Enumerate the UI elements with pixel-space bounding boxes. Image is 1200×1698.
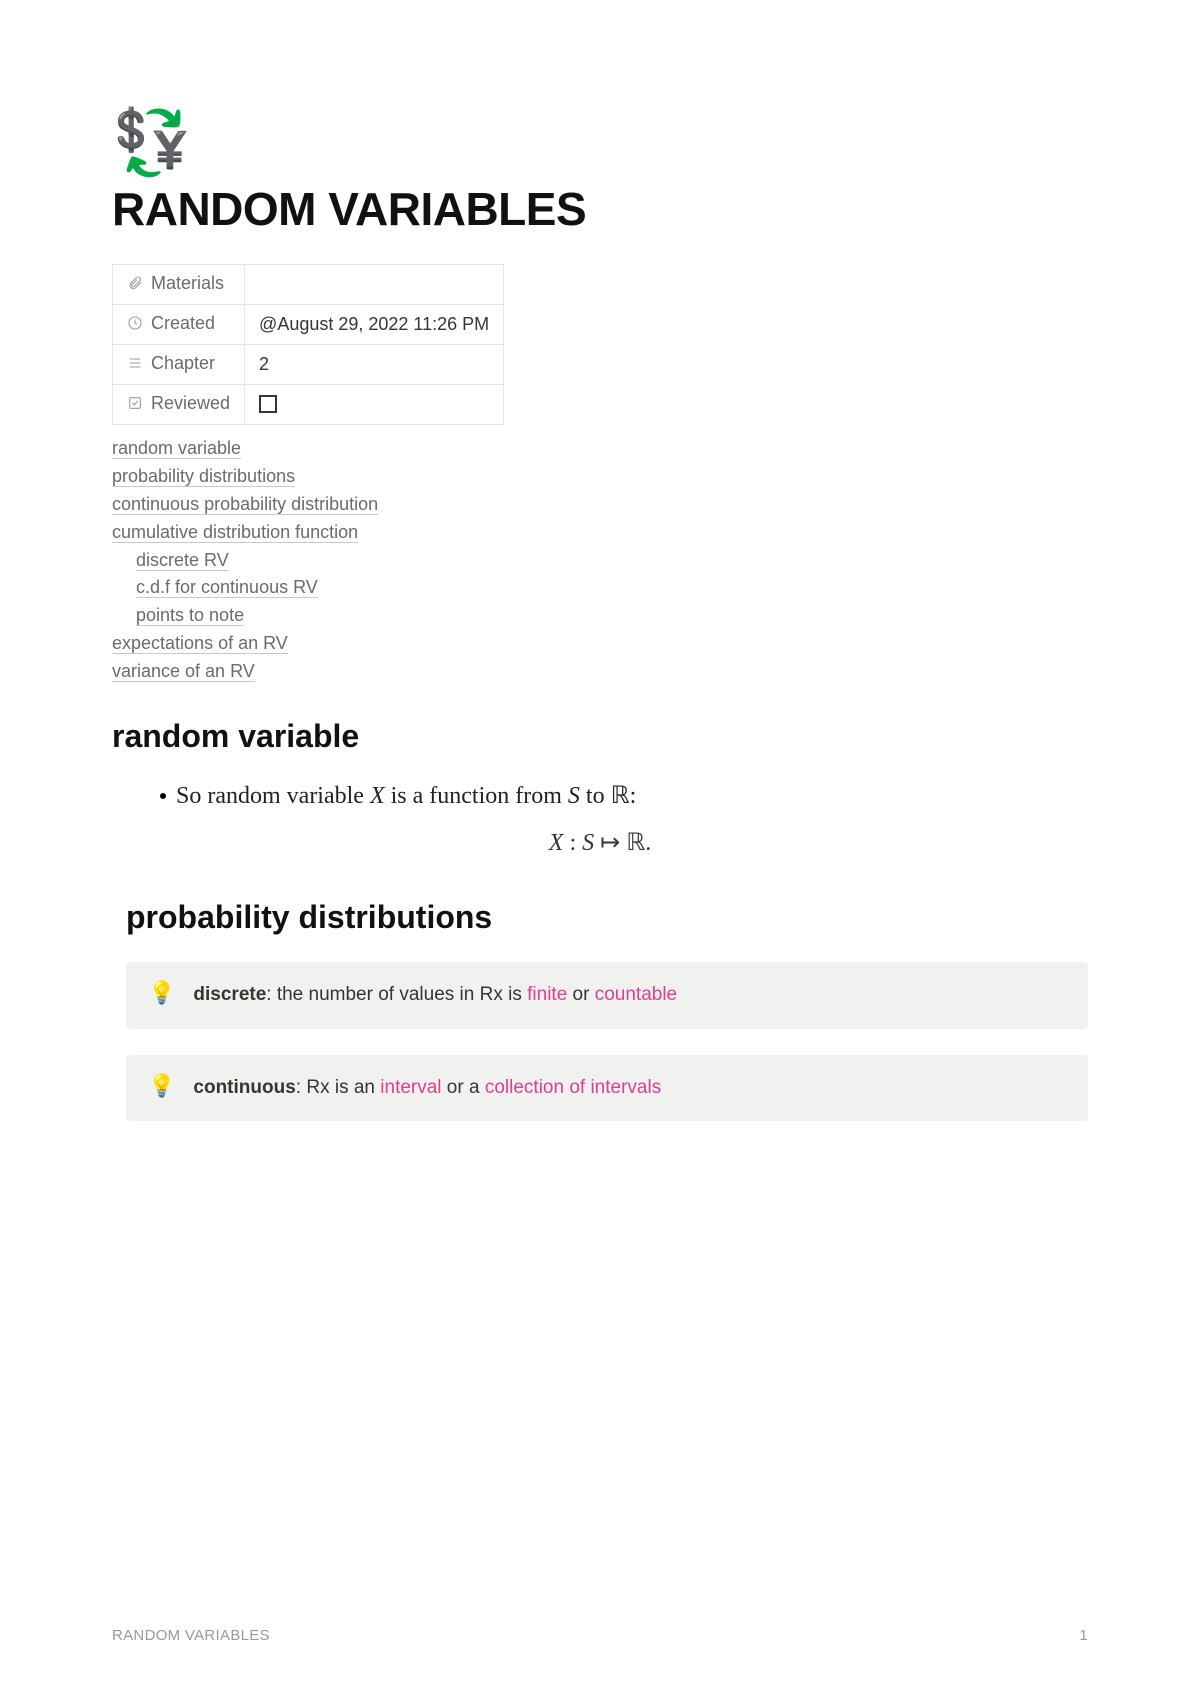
toc-link[interactable]: c.d.f for continuous RV (136, 577, 318, 598)
text-highlight: finite (527, 984, 567, 1005)
lightbulb-icon: 💡 (148, 1075, 175, 1097)
math-set: ℝ (611, 783, 630, 809)
footer-title: RANDOM VARIABLES (112, 1627, 270, 1644)
property-label: Materials (151, 273, 224, 293)
math-var: X (549, 830, 564, 856)
property-row-reviewed: Reviewed (113, 385, 504, 425)
property-label: Chapter (151, 353, 215, 373)
text: is a function from (385, 783, 568, 809)
bullet-icon (160, 793, 166, 799)
callout-text: continuous: Rx is an interval or a colle… (193, 1075, 1066, 1102)
text-bold: discrete (193, 984, 266, 1005)
math-set: ℝ (626, 830, 645, 856)
text: . (645, 830, 651, 856)
math-var: S (582, 830, 594, 856)
text: to (580, 783, 611, 809)
toc-link[interactable]: random variable (112, 438, 241, 459)
text: : Rx is an (296, 1077, 380, 1098)
maps-to-icon: ↦ (594, 830, 626, 856)
property-label: Reviewed (151, 393, 230, 413)
footer-page-number: 1 (1079, 1627, 1088, 1644)
bullet-text: So random variable X is a function from … (160, 781, 1088, 810)
callout-discrete: 💡 discrete: the number of values in Rx i… (126, 962, 1088, 1029)
property-row-chapter: Chapter 2 (113, 345, 504, 385)
math-formula: X : S ↦ ℝ. (112, 828, 1088, 857)
toc-link[interactable]: points to note (136, 605, 244, 626)
page-title: RANDOM VARIABLES (112, 182, 1088, 236)
list-icon (127, 355, 145, 376)
lightbulb-icon: 💡 (148, 982, 175, 1004)
properties-table: Materials Created @August 29, 2022 11:26… (112, 264, 504, 425)
table-of-contents: random variable probability distribution… (112, 435, 1088, 686)
property-row-materials: Materials (113, 265, 504, 305)
checkbox-icon (127, 395, 145, 416)
text-highlight: countable (595, 984, 677, 1005)
page-footer: RANDOM VARIABLES 1 (112, 1627, 1088, 1644)
property-value-materials[interactable] (245, 265, 504, 305)
text: So random variable (176, 783, 370, 809)
text: : (563, 830, 582, 856)
text-bold: continuous (193, 1077, 295, 1098)
text: : the number of values in Rx is (266, 984, 527, 1005)
section-heading-random-variable: random variable (112, 718, 1088, 755)
text-highlight: interval (380, 1077, 441, 1098)
property-row-created: Created @August 29, 2022 11:26 PM (113, 305, 504, 345)
page-emoji-icon: 💱 (112, 110, 1088, 174)
toc-link[interactable]: continuous probability distribution (112, 494, 378, 515)
paperclip-icon (127, 275, 145, 296)
property-label: Created (151, 313, 215, 333)
text: or a (442, 1077, 485, 1098)
toc-link[interactable]: cumulative distribution function (112, 522, 358, 543)
clock-icon (127, 315, 145, 336)
text-highlight: collection of intervals (485, 1077, 661, 1098)
reviewed-checkbox[interactable] (259, 395, 277, 413)
text: or (567, 984, 594, 1005)
math-var: S (568, 783, 580, 809)
toc-link[interactable]: probability distributions (112, 466, 295, 487)
property-value-chapter[interactable]: 2 (245, 345, 504, 385)
callout-continuous: 💡 continuous: Rx is an interval or a col… (126, 1055, 1088, 1122)
toc-link[interactable]: expectations of an RV (112, 633, 288, 654)
property-value-reviewed[interactable] (245, 385, 504, 425)
section-heading-probability-distributions: probability distributions (126, 899, 1088, 936)
property-value-created[interactable]: @August 29, 2022 11:26 PM (245, 305, 504, 345)
toc-link[interactable]: variance of an RV (112, 661, 255, 682)
callout-text: discrete: the number of values in Rx is … (193, 982, 1066, 1009)
math-var: X (370, 783, 385, 809)
toc-link[interactable]: discrete RV (136, 550, 229, 571)
